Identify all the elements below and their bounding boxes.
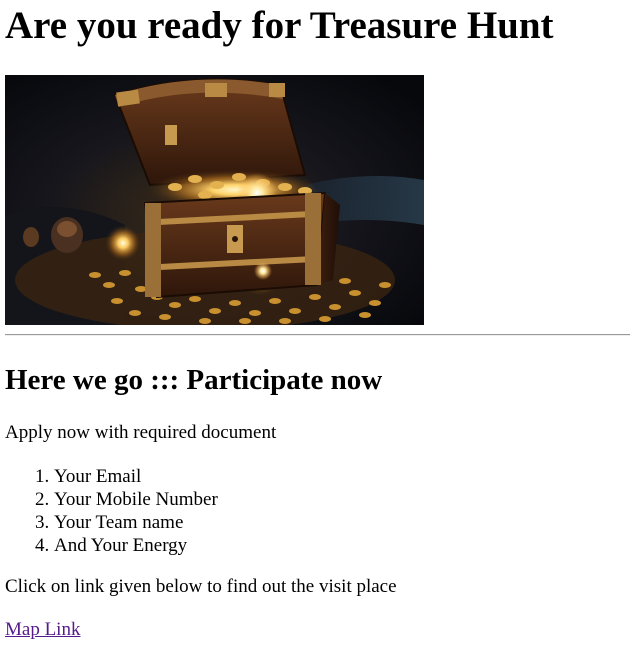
treasure-chest-illustration (5, 75, 424, 325)
list-item: And Your Energy (54, 534, 218, 557)
map-link[interactable]: Map Link (5, 619, 80, 641)
list-item: Your Email (54, 465, 218, 488)
instruction-text: Click on link given below to find out th… (5, 576, 397, 597)
page-title: Are you ready for Treasure Hunt (5, 4, 554, 47)
treasure-chest-image (5, 75, 424, 325)
list-item: Your Team name (54, 511, 218, 534)
requirements-list: Your Email Your Mobile Number Your Team … (5, 465, 218, 557)
intro-text: Apply now with required document (5, 422, 277, 443)
divider (5, 334, 630, 336)
section-heading: Here we go ::: Participate now (5, 364, 383, 396)
list-item: Your Mobile Number (54, 488, 218, 511)
